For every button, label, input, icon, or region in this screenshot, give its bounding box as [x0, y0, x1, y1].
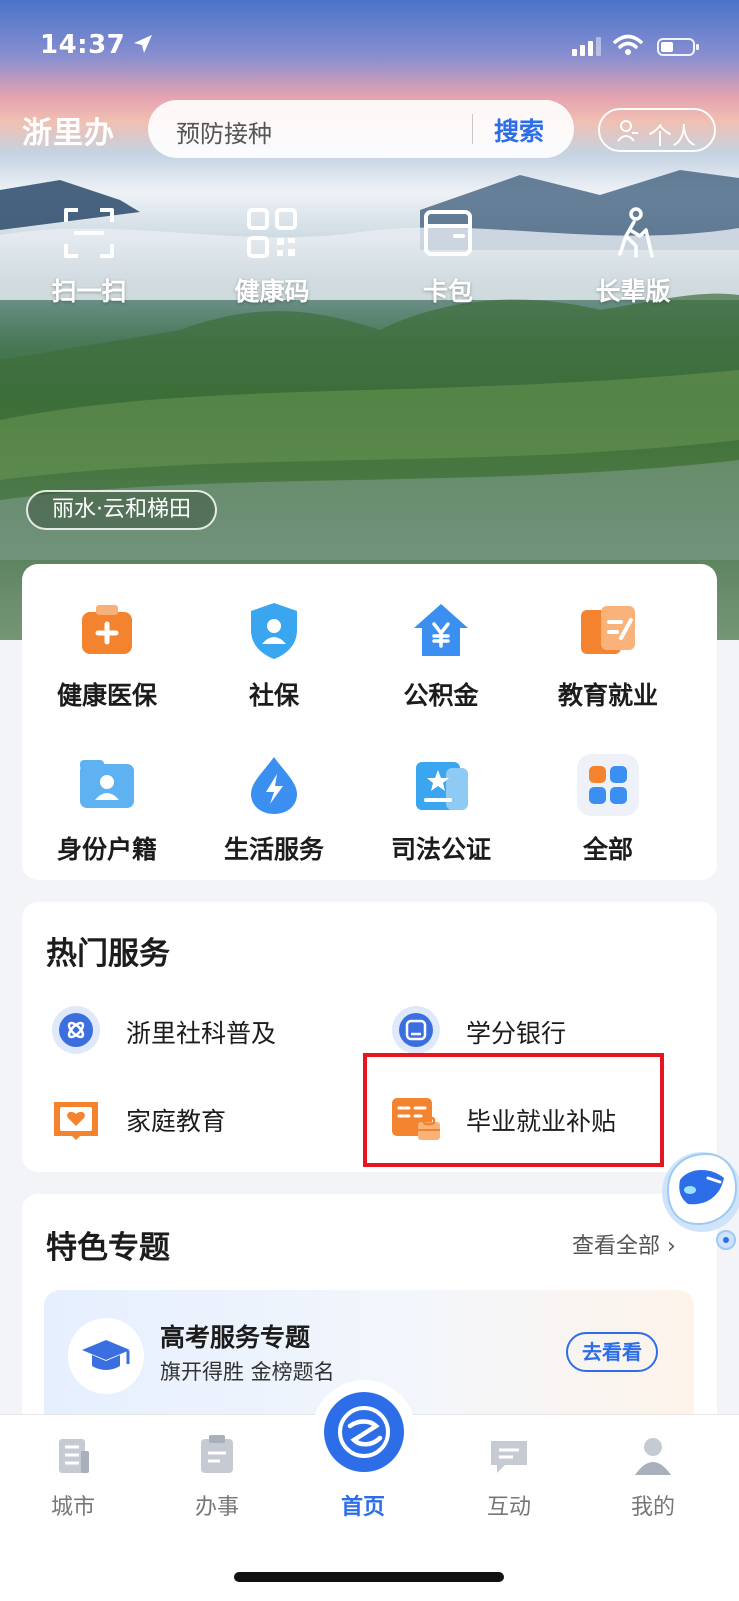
quick-card-wallet[interactable]: 卡包	[373, 206, 523, 308]
wifi-icon	[613, 34, 643, 55]
service-label: 全部	[582, 835, 633, 864]
profile-icon	[635, 1438, 671, 1475]
tab-label: 办事	[194, 1495, 239, 1520]
service-judicial-notary[interactable]: 司法公证	[356, 754, 526, 866]
hot-item-family-education[interactable]: 家庭教育	[50, 1092, 350, 1148]
banner-subtitle: 旗开得胜 金榜题名	[160, 1360, 335, 1384]
status-time: 14:37	[40, 30, 126, 60]
shield-person-icon	[251, 603, 297, 659]
quick-health-code-label: 健康码	[234, 277, 310, 306]
landscape-illustration	[0, 170, 739, 640]
justice-folder-icon	[416, 762, 468, 810]
hero-background	[0, 0, 739, 640]
home-logo-circle	[324, 1392, 404, 1472]
service-label: 社保	[248, 681, 299, 710]
person-icon	[617, 120, 638, 142]
card-wallet-icon	[424, 210, 472, 256]
city-icon	[59, 1439, 89, 1473]
home-indicator[interactable]	[234, 1572, 504, 1582]
lightning-drop-icon	[251, 757, 297, 814]
cellular-signal-icon	[572, 37, 601, 56]
search-bar[interactable]: 预防接种 搜索	[148, 100, 574, 158]
education-icon	[581, 606, 635, 654]
service-housing-fund[interactable]: 公积金	[356, 600, 526, 712]
quick-elder-mode[interactable]: 长辈版	[558, 206, 708, 308]
quick-scan-label: 扫一扫	[51, 277, 127, 306]
qr-code-icon	[247, 208, 297, 258]
banner-title: 高考服务专题	[160, 1323, 311, 1352]
search-divider	[472, 114, 473, 144]
house-yuan-icon	[414, 604, 468, 656]
hot-item-label: 浙里社科普及	[126, 1019, 277, 1048]
search-button[interactable]: 搜索	[494, 112, 544, 148]
banner-go-button[interactable]: 去看看	[566, 1332, 658, 1372]
tab-affairs[interactable]: 办事	[162, 1433, 272, 1521]
affairs-icon	[201, 1435, 233, 1473]
graduation-cap-icon	[82, 1340, 130, 1370]
banner-icon-circle	[68, 1318, 144, 1394]
credit-bank-icon	[392, 1006, 440, 1054]
app-logo: 浙里办	[22, 116, 115, 151]
hot-item-label: 家庭教育	[126, 1107, 227, 1136]
quick-health-code[interactable]: 健康码	[197, 206, 347, 308]
highlight-box	[363, 1053, 664, 1167]
home-center-button[interactable]	[312, 1380, 416, 1484]
service-label: 教育就业	[557, 681, 658, 710]
interact-icon	[491, 1441, 527, 1473]
grid-all-icon	[577, 754, 639, 816]
service-label: 公积金	[403, 681, 479, 710]
quick-elder-mode-label: 长辈版	[595, 277, 671, 306]
home-logo-icon	[338, 1406, 390, 1458]
view-all-label: 查看全部	[572, 1234, 661, 1259]
service-health-insurance[interactable]: 健康医保	[22, 600, 192, 712]
elder-icon	[618, 207, 654, 258]
featured-title: 特色专题	[46, 1230, 170, 1266]
service-all[interactable]: 全部	[523, 754, 693, 866]
hot-item-social-science[interactable]: 浙里社科普及	[50, 1004, 350, 1060]
service-label: 司法公证	[390, 835, 491, 864]
search-input[interactable]: 预防接种	[176, 114, 272, 149]
quick-card-wallet-label: 卡包	[422, 277, 473, 306]
service-education-employment[interactable]: 教育就业	[523, 600, 693, 712]
assistant-robot-icon[interactable]	[650, 1140, 739, 1270]
tab-profile[interactable]: 我的	[598, 1433, 708, 1521]
service-life[interactable]: 生活服务	[189, 754, 359, 866]
tab-label: 互动	[486, 1495, 531, 1520]
hot-item-credit-bank[interactable]: 学分银行	[390, 1004, 690, 1060]
status-bar: 14:37	[0, 30, 739, 66]
service-label: 健康医保	[56, 681, 157, 710]
tab-label: 城市	[50, 1495, 95, 1520]
tab-city[interactable]: 城市	[18, 1433, 128, 1521]
location-arrow-icon	[134, 35, 152, 53]
tab-interact[interactable]: 互动	[454, 1433, 564, 1521]
service-social-security[interactable]: 社保	[189, 600, 359, 712]
tab-label: 我的	[630, 1495, 675, 1520]
service-identity-registry[interactable]: 身份户籍	[22, 754, 192, 866]
science-icon	[52, 1006, 100, 1054]
id-folder-icon	[80, 760, 134, 808]
tab-label: 首页	[340, 1495, 385, 1520]
service-label: 生活服务	[223, 835, 324, 864]
personal-mode-button[interactable]: 个人	[598, 108, 716, 152]
quick-scan[interactable]: 扫一扫	[14, 206, 164, 308]
hot-services-title: 热门服务	[46, 936, 170, 972]
personal-label: 个人	[648, 122, 696, 150]
services-card: 健康医保 社保 公积金 教育就业 身份户籍 生活服务 司法公证 全部	[22, 564, 717, 880]
service-label: 身份户籍	[56, 835, 157, 864]
location-tag[interactable]: 丽水·云和梯田	[26, 490, 217, 530]
family-book-icon	[54, 1102, 98, 1140]
medical-kit-icon	[82, 605, 132, 654]
hot-item-label: 学分银行	[466, 1019, 567, 1048]
scan-icon	[64, 208, 114, 258]
battery-icon	[657, 38, 699, 56]
